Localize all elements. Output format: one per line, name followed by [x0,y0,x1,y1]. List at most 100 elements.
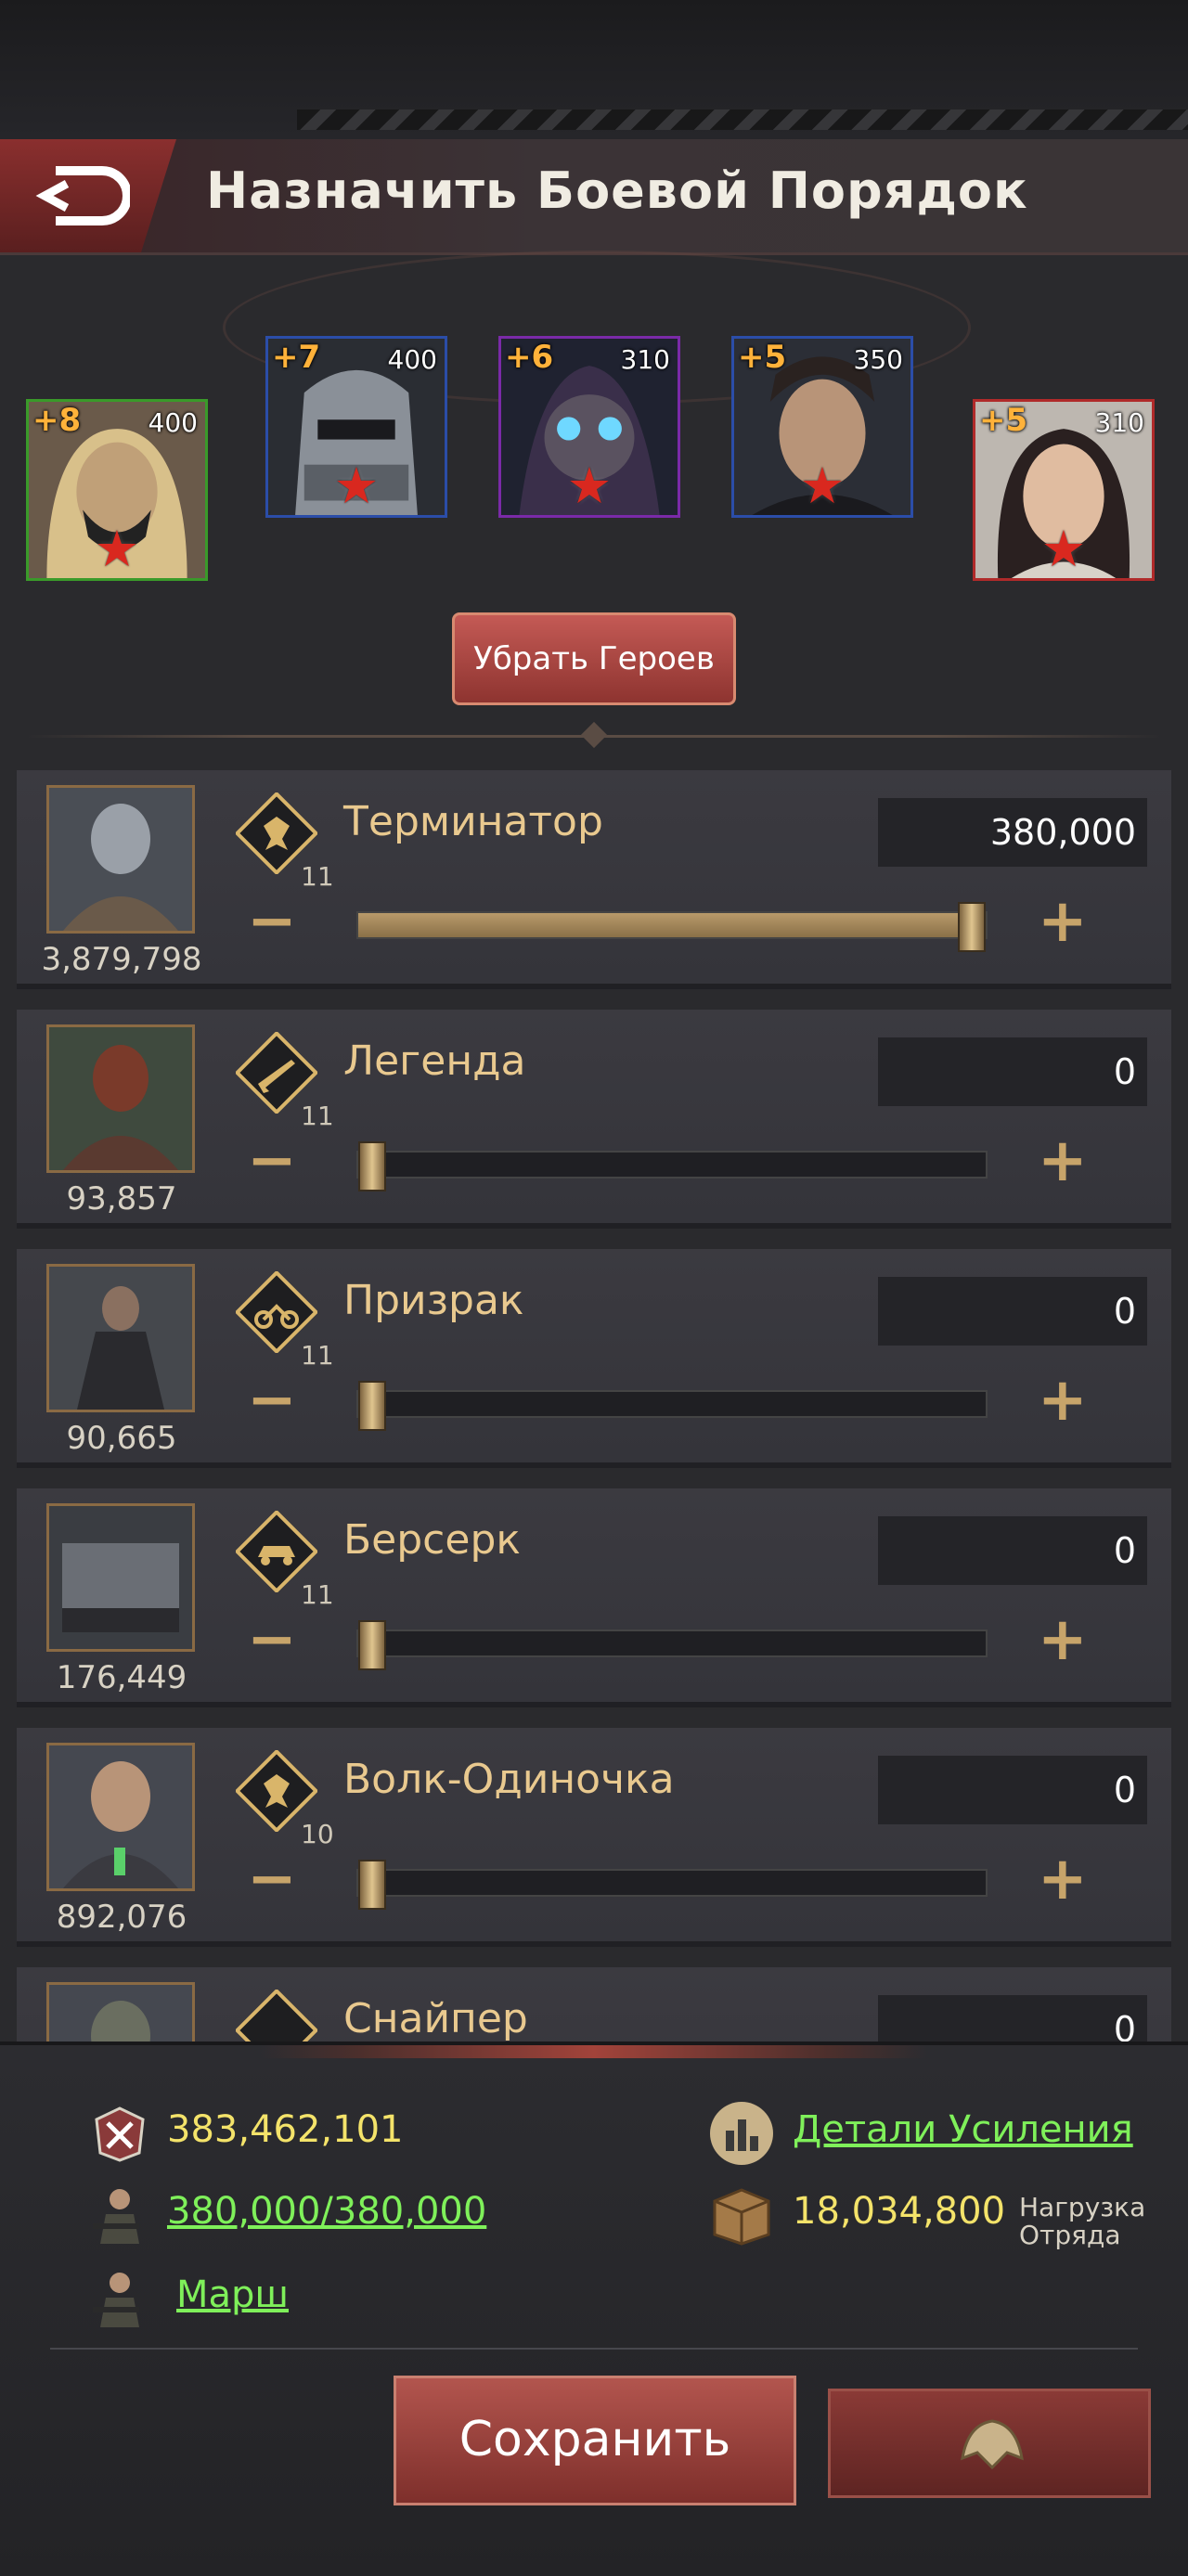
back-arrow-icon [35,166,130,225]
save-button[interactable]: Сохранить [394,2376,796,2505]
hero-power: 310 [1094,407,1144,438]
hazard-stripe [297,109,1188,130]
boost-details-link[interactable]: Детали Усиления [793,2108,1133,2151]
troop-image [49,1027,192,1170]
slider-handle[interactable] [358,1860,386,1910]
troop-tier: 11 [301,861,334,892]
star-icon: ★ [1040,520,1087,578]
slider-handle[interactable] [358,1141,386,1191]
decrease-button[interactable]: − [247,1849,297,1909]
increase-button[interactable]: + [1038,1371,1088,1430]
slider-handle[interactable] [958,902,986,952]
troop-count-input[interactable]: 0 [878,1277,1147,1346]
total-power-value: 383,462,101 [167,2108,404,2151]
troop-count-input[interactable]: 0 [878,1756,1147,1824]
troop-image [49,1267,192,1410]
star-icon: ★ [333,457,380,515]
troop-slider[interactable] [356,1381,988,1431]
chart-icon[interactable] [707,2099,776,2168]
star-icon: ★ [94,520,140,578]
shield-icon [236,1990,317,2041]
troop-tier: 11 [301,1579,334,1610]
troop-tier: 11 [301,1101,334,1131]
march-link[interactable]: Марш [176,2273,289,2316]
decrease-button[interactable]: − [247,1610,297,1669]
troop-image [49,1745,192,1888]
remove-heroes-button[interactable]: Убрать Героев [452,612,736,705]
troop-count-input[interactable]: 0 [878,1516,1147,1585]
load-label-line-2: Отряда [1019,2220,1121,2250]
troop-name: Волк-Одиночка [343,1756,675,1803]
decrease-button[interactable]: − [247,1371,297,1430]
load-label: Нагрузка Отряда [1019,2194,1145,2249]
hero-slot-4[interactable]: +5 350 ★ [731,336,913,518]
hero-level: +6 [505,339,554,376]
troop-name: Берсерк [343,1516,521,1564]
decrease-button[interactable]: − [247,892,297,951]
troop-name: Легенда [343,1037,526,1085]
troop-row: 176,449 11 Берсерк 0 − + [17,1488,1171,1707]
star-icon: ★ [799,457,846,515]
troop-row: 3,879,798 11 Терминатор 380,000 − + [17,770,1171,989]
hero-power: 310 [620,344,670,375]
troop-power: 892,076 [56,1899,187,1936]
increase-button[interactable]: + [1038,1849,1088,1909]
crate-icon [713,2188,770,2246]
troop-power: 93,857 [66,1180,177,1217]
troop-tier: 10 [301,1819,334,1849]
star-icon: ★ [566,457,613,515]
troop-row: 93,857 11 Легенда 0 − + [17,1010,1171,1229]
top-status-area [0,0,1188,143]
decrease-button[interactable]: − [247,1131,297,1191]
slider-handle[interactable] [358,1620,386,1670]
troop-row: 90,665 11 Призрак 0 − + [17,1249,1171,1468]
troop-name: Терминатор [343,798,603,845]
troop-count-input[interactable]: 380,000 [878,798,1147,867]
hero-slot-3[interactable]: +6 310 ★ [498,336,680,518]
troop-slider[interactable] [356,1860,988,1910]
hero-power: 350 [853,344,903,375]
hero-level: +5 [979,402,1028,439]
troop-slider[interactable] [356,1141,988,1191]
auto-assign-button[interactable] [828,2389,1151,2498]
troop-power: 90,665 [66,1420,177,1457]
troop-tier: 11 [301,1340,334,1371]
page-title: Назначить Боевой Порядок [206,161,1028,220]
hero-level: +5 [738,339,787,376]
load-value: 18,034,800 [793,2190,1006,2233]
troop-count-input[interactable]: 0 [878,1995,1147,2041]
panel-divider [50,2348,1138,2350]
hero-slot-5[interactable]: +5 310 ★ [973,399,1155,581]
power-icon [95,2106,145,2162]
troop-portrait [46,1743,195,1891]
troop-slider[interactable] [356,1620,988,1670]
hero-level: +8 [32,402,82,439]
soldier-icon [93,2273,139,2327]
increase-button[interactable]: + [1038,1610,1088,1669]
divider-ornament [580,721,608,749]
troop-image [49,1506,192,1649]
title-bar: Назначить Боевой Порядок [0,139,1188,255]
troop-name: Снайпер [343,1995,528,2041]
troop-row: Снайпер 0 [17,1967,1171,2041]
hero-power: 400 [387,344,437,375]
troop-row: 892,076 10 Волк-Одиночка 0 − + [17,1728,1171,1947]
troop-name: Призрак [343,1277,524,1324]
troop-count-input[interactable]: 0 [878,1037,1147,1106]
troop-portrait [46,1024,195,1173]
troop-image [49,1985,192,2041]
slider-handle[interactable] [358,1381,386,1431]
load-label-line-1: Нагрузка [1019,2192,1146,2222]
increase-button[interactable]: + [1038,892,1088,951]
troop-portrait [46,1264,195,1412]
hero-slot-1[interactable]: +8 400 ★ [26,399,208,581]
soldier-icon [93,2189,139,2244]
hero-slot-2[interactable]: +7 400 ★ [265,336,447,518]
troop-portrait [46,1503,195,1652]
troop-slider[interactable] [356,902,988,952]
troop-capacity-link[interactable]: 380,000/380,000 [167,2190,486,2233]
increase-button[interactable]: + [1038,1131,1088,1191]
back-button[interactable] [0,139,176,252]
troop-power: 176,449 [56,1659,187,1696]
troop-list[interactable]: 3,879,798 11 Терминатор 380,000 − + 93,8… [0,770,1188,2041]
